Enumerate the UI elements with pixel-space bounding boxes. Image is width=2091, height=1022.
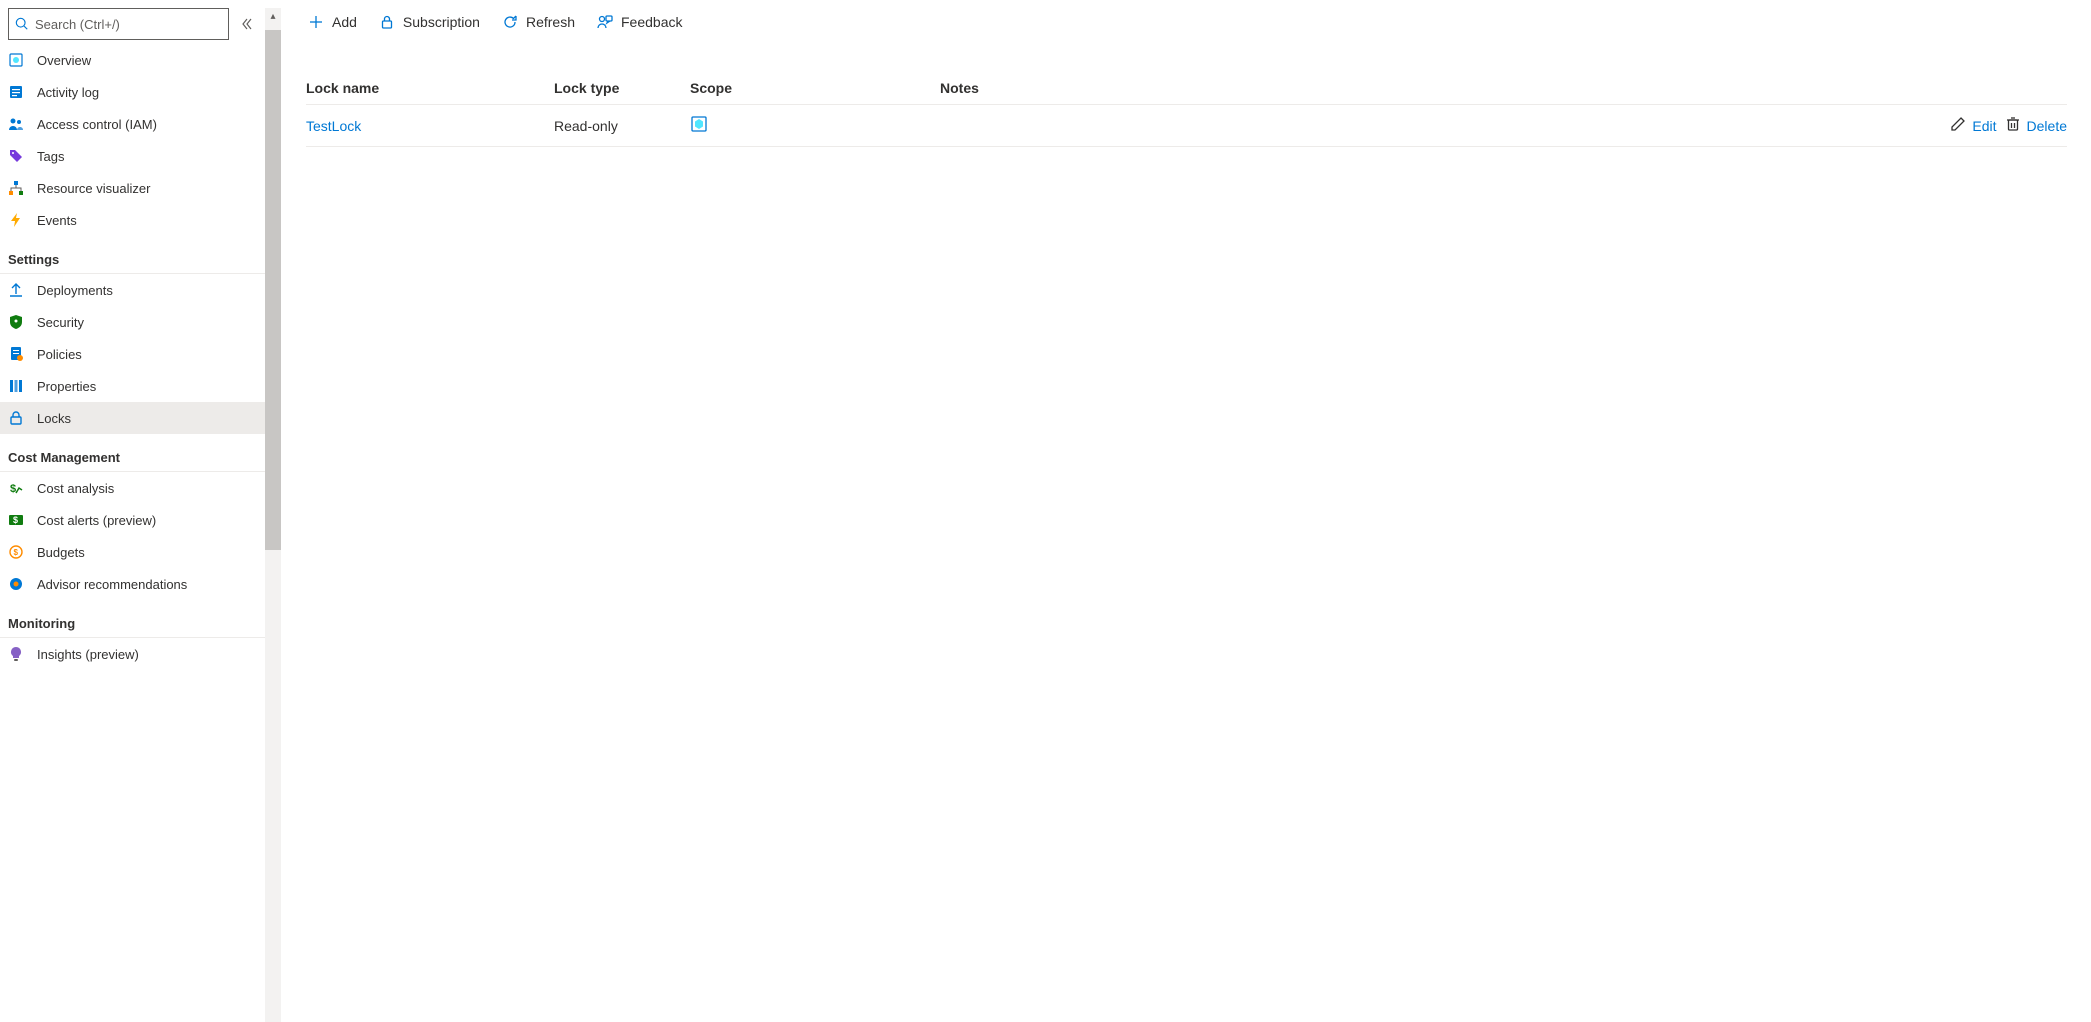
toolbar: Add Subscription Refresh Feedback	[282, 8, 2091, 48]
sidebar-item-policies[interactable]: Policies	[0, 338, 265, 370]
sidebar-nav: Overview Activity log Access control (IA…	[0, 44, 265, 1022]
sidebar-item-overview[interactable]: Overview	[0, 44, 265, 76]
table-header-row: Lock name Lock type Scope Notes	[306, 72, 2067, 105]
log-icon	[8, 84, 24, 100]
sidebar-item-resource-visualizer[interactable]: Resource visualizer	[0, 172, 265, 204]
th-scope: Scope	[690, 80, 940, 96]
toolbar-label: Subscription	[403, 14, 480, 30]
pencil-icon	[1950, 116, 1966, 135]
resource-group-icon	[690, 120, 708, 136]
toolbar-label: Refresh	[526, 14, 575, 30]
dollar-alert-icon: $	[8, 512, 24, 528]
sidebar-item-properties[interactable]: Properties	[0, 370, 265, 402]
sidebar-item-label: Resource visualizer	[37, 181, 257, 196]
sidebar-item-label: Overview	[37, 53, 257, 68]
plus-icon	[308, 14, 324, 30]
th-notes: Notes	[940, 80, 1887, 96]
toolbar-label: Add	[332, 14, 357, 30]
svg-text:$: $	[13, 515, 18, 525]
add-button[interactable]: Add	[306, 8, 359, 36]
sidebar-item-insights[interactable]: Insights (preview)	[0, 638, 265, 670]
sidebar-group-cost: Cost Management	[0, 444, 265, 472]
th-actions	[1887, 80, 2067, 96]
advisor-icon	[8, 576, 24, 592]
sidebar-item-label: Cost alerts (preview)	[37, 513, 257, 528]
cube-icon	[8, 52, 24, 68]
lock-name-link[interactable]: TestLock	[306, 118, 361, 134]
locks-table: Lock name Lock type Scope Notes TestLock…	[282, 48, 2091, 147]
sidebar: Overview Activity log Access control (IA…	[0, 0, 266, 1022]
dollar-chart-icon: $	[8, 480, 24, 496]
sidebar-item-label: Security	[37, 315, 257, 330]
lock-icon	[379, 14, 395, 30]
sidebar-item-label: Activity log	[37, 85, 257, 100]
main-content: Add Subscription Refresh Feedback	[282, 0, 2091, 1022]
svg-text:$: $	[10, 483, 16, 495]
feedback-button[interactable]: Feedback	[595, 8, 684, 36]
sidebar-item-tags[interactable]: Tags	[0, 140, 265, 172]
edit-label: Edit	[1972, 118, 1996, 134]
sidebar-item-security[interactable]: Security	[0, 306, 265, 338]
svg-text:$: $	[14, 548, 19, 557]
lock-type-value: Read-only	[554, 118, 618, 134]
refresh-button[interactable]: Refresh	[500, 8, 577, 36]
sidebar-item-label: Policies	[37, 347, 257, 362]
people-icon	[8, 116, 24, 132]
collapse-sidebar-button[interactable]	[237, 14, 257, 34]
scroll-up-arrow[interactable]: ▴	[265, 8, 281, 24]
properties-icon	[8, 378, 24, 394]
hierarchy-icon	[8, 180, 24, 196]
sidebar-item-label: Locks	[37, 411, 257, 426]
sidebar-item-label: Tags	[37, 149, 257, 164]
subscription-button[interactable]: Subscription	[377, 8, 482, 36]
sidebar-item-cost-analysis[interactable]: $ Cost analysis	[0, 472, 265, 504]
sidebar-item-events[interactable]: Events	[0, 204, 265, 236]
bulb-icon	[8, 646, 24, 662]
feedback-icon	[597, 14, 613, 30]
upload-icon	[8, 282, 24, 298]
sidebar-item-activity-log[interactable]: Activity log	[0, 76, 265, 108]
sidebar-item-label: Deployments	[37, 283, 257, 298]
sidebar-item-label: Cost analysis	[37, 481, 257, 496]
lightning-icon	[8, 212, 24, 228]
sidebar-item-label: Budgets	[37, 545, 257, 560]
sidebar-item-label: Advisor recommendations	[37, 577, 257, 592]
scrollbar-thumb[interactable]	[265, 30, 281, 550]
sidebar-item-access-control[interactable]: Access control (IAM)	[0, 108, 265, 140]
sidebar-group-monitoring: Monitoring	[0, 610, 265, 638]
delete-button[interactable]: Delete	[2005, 116, 2067, 135]
sidebar-item-cost-alerts[interactable]: $ Cost alerts (preview)	[0, 504, 265, 536]
delete-label: Delete	[2027, 118, 2067, 134]
toolbar-label: Feedback	[621, 14, 682, 30]
search-input[interactable]	[9, 9, 228, 39]
edit-button[interactable]: Edit	[1950, 116, 1996, 135]
sidebar-item-locks[interactable]: Locks	[0, 402, 265, 434]
sidebar-item-label: Insights (preview)	[37, 647, 257, 662]
table-row: TestLock Read-only	[306, 105, 2067, 147]
shield-icon	[8, 314, 24, 330]
search-input-wrapper[interactable]	[8, 8, 229, 40]
sidebar-item-budgets[interactable]: $ Budgets	[0, 536, 265, 568]
lock-icon	[8, 410, 24, 426]
refresh-icon	[502, 14, 518, 30]
sidebar-item-label: Events	[37, 213, 257, 228]
sidebar-item-advisor[interactable]: Advisor recommendations	[0, 568, 265, 600]
search-icon	[15, 17, 29, 31]
trash-icon	[2005, 116, 2021, 135]
th-lock-name: Lock name	[306, 80, 554, 96]
sidebar-item-label: Access control (IAM)	[37, 117, 257, 132]
tag-icon	[8, 148, 24, 164]
policy-icon	[8, 346, 24, 362]
sidebar-item-label: Properties	[37, 379, 257, 394]
sidebar-scrollbar[interactable]: ▴	[265, 8, 281, 1022]
th-lock-type: Lock type	[554, 80, 690, 96]
sidebar-group-settings: Settings	[0, 246, 265, 274]
budget-icon: $	[8, 544, 24, 560]
sidebar-item-deployments[interactable]: Deployments	[0, 274, 265, 306]
